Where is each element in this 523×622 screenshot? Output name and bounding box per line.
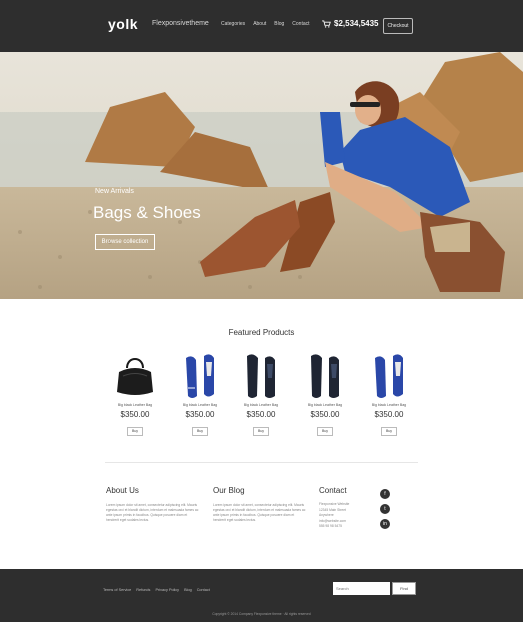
cart-icon xyxy=(322,19,331,28)
footer-link-privacy[interactable]: Privacy Policy xyxy=(155,588,179,592)
product-price: $350.00 xyxy=(120,410,150,419)
nav-item-contact[interactable]: Contact xyxy=(292,21,309,27)
hero-title: Bags & Shoes xyxy=(93,203,201,222)
site-tagline: Flexponsivetheme xyxy=(152,20,209,27)
product-card[interactable]: Big black Leather Bag $350.00 Buy xyxy=(295,352,355,437)
product-image-handbag[interactable] xyxy=(105,352,165,400)
product-card[interactable]: Big black Leather Bag $350.00 Buy xyxy=(105,352,165,437)
about-us-heading: About Us xyxy=(106,486,139,495)
footer-link-refunds[interactable]: Refunds xyxy=(136,588,150,592)
nav-item-about[interactable]: About xyxy=(253,21,266,27)
product-image-dark-shoes[interactable] xyxy=(231,352,291,400)
buy-button[interactable]: Buy xyxy=(127,427,143,436)
product-card[interactable]: Big black Leather Bag $350.00 Buy xyxy=(231,352,291,437)
site-footer: Terms of Service Refunds Privacy Policy … xyxy=(0,569,523,622)
footer-link-terms[interactable]: Terms of Service xyxy=(103,588,131,592)
product-price: $350.00 xyxy=(185,410,215,419)
footer-links: Terms of Service Refunds Privacy Policy … xyxy=(103,588,210,592)
cart-summary[interactable]: $2,534,5435 xyxy=(322,19,379,28)
our-blog-text: Lorem ipsum dolor sit amet, consectetur … xyxy=(213,503,306,522)
product-image-dark-shoes[interactable] xyxy=(295,352,355,400)
product-price: $350.00 xyxy=(310,410,340,419)
product-card[interactable]: Big black Leather Bag $350.00 Buy xyxy=(170,352,230,437)
hero-banner: New Arrivals Bags & Shoes Browse collect… xyxy=(0,52,523,299)
nav-item-blog[interactable]: Blog xyxy=(274,21,284,27)
buy-button[interactable]: Buy xyxy=(381,427,397,436)
product-price: $350.00 xyxy=(246,410,276,419)
buy-button[interactable]: Buy xyxy=(317,427,333,436)
contact-heading: Contact xyxy=(319,486,347,495)
hero-subtitle: New Arrivals xyxy=(95,188,134,195)
main-nav: Categories About Blog Contact xyxy=(221,21,310,27)
product-name[interactable]: Big black Leather Bag xyxy=(170,403,230,407)
facebook-icon[interactable]: f xyxy=(380,489,390,499)
contact-column: Contact Flexponsive Website 12345 Main S… xyxy=(319,486,379,530)
search-input[interactable] xyxy=(333,582,390,595)
our-blog-column: Our Blog Lorem ipsum dolor sit amet, con… xyxy=(213,486,308,523)
buy-button[interactable]: Buy xyxy=(192,427,208,436)
hero-image xyxy=(0,52,523,299)
product-image-blue-shoes[interactable] xyxy=(359,352,419,400)
our-blog-heading: Our Blog xyxy=(213,486,245,495)
about-us-column: About Us Lorem ipsum dolor sit amet, con… xyxy=(106,486,201,523)
find-button[interactable]: Find xyxy=(392,582,416,595)
copyright-text: Copyright © 2014 Company Flexponsive the… xyxy=(212,612,311,616)
twitter-icon[interactable]: t xyxy=(380,504,390,514)
product-price: $350.00 xyxy=(374,410,404,419)
checkout-button[interactable]: Checkout xyxy=(383,18,413,34)
product-name[interactable]: Big black Leather Bag xyxy=(231,403,291,407)
footer-link-contact[interactable]: Contact xyxy=(197,588,210,592)
site-logo[interactable]: yolk xyxy=(108,16,138,32)
product-name[interactable]: Big black Leather Bag xyxy=(105,403,165,407)
product-card[interactable]: Big black Leather Bag $350.00 Buy xyxy=(359,352,419,437)
top-header: yolk Flexponsivetheme Categories About B… xyxy=(0,0,523,52)
section-divider xyxy=(105,462,418,463)
product-name[interactable]: Big black Leather Bag xyxy=(359,403,419,407)
product-image-blue-shoes[interactable] xyxy=(170,352,230,400)
buy-button[interactable]: Buy xyxy=(253,427,269,436)
cart-total: $2,534,5435 xyxy=(334,19,379,28)
linkedin-icon[interactable]: in xyxy=(380,519,390,529)
about-us-text: Lorem ipsum dolor sit amet, consectetur … xyxy=(106,503,199,522)
nav-item-categories[interactable]: Categories xyxy=(221,21,245,27)
contact-phone: 555 98 98 5475 xyxy=(319,524,342,528)
browse-collection-button[interactable]: Browse collection xyxy=(95,234,155,250)
footer-link-blog[interactable]: Blog xyxy=(184,588,192,592)
featured-products-heading: Featured Products xyxy=(228,328,295,337)
product-name[interactable]: Big black Leather Bag xyxy=(295,403,355,407)
